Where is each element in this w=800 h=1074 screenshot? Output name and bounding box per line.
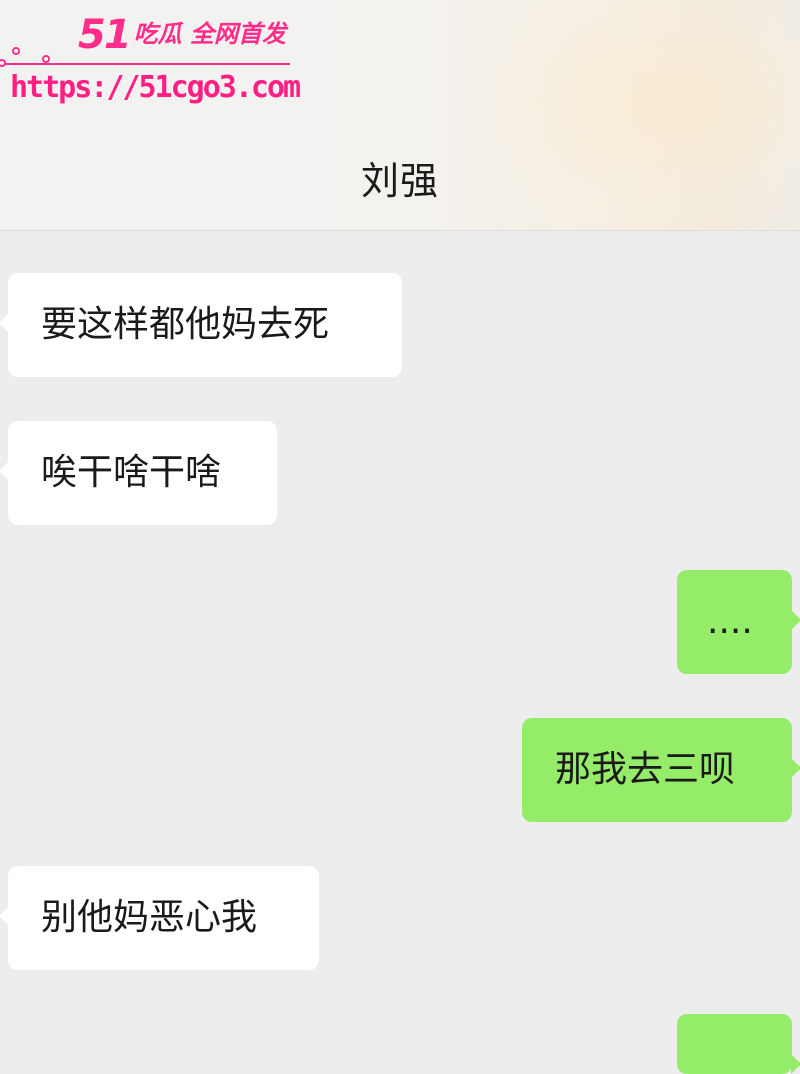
watermark-dot-icon xyxy=(42,55,50,63)
watermark-brand-text: 吃瓜 全网首发 xyxy=(133,20,287,48)
message-bubble-outgoing[interactable]: 那我去三呗 xyxy=(522,718,800,822)
message-bubble-incoming[interactable]: 唉干啥干啥 xyxy=(0,421,277,525)
message-bubble-incoming[interactable]: 别他妈恶心我 xyxy=(0,866,319,970)
watermark-divider xyxy=(0,63,290,65)
message-bubble-outgoing[interactable]: .... xyxy=(677,570,800,674)
message-bubble-outgoing[interactable] xyxy=(677,1014,800,1074)
header-glow xyxy=(470,0,800,230)
watermark-dot-icon xyxy=(12,47,20,55)
message-bubble-incoming[interactable]: 要这样都他妈去死 xyxy=(0,273,402,377)
chat-title: 刘强 xyxy=(360,159,439,203)
watermark-brand: 51 吃瓜 全网首发 xyxy=(78,12,286,58)
watermark-number: 51 xyxy=(78,12,132,58)
watermark-url: https://51cgo3.com xyxy=(10,70,301,105)
